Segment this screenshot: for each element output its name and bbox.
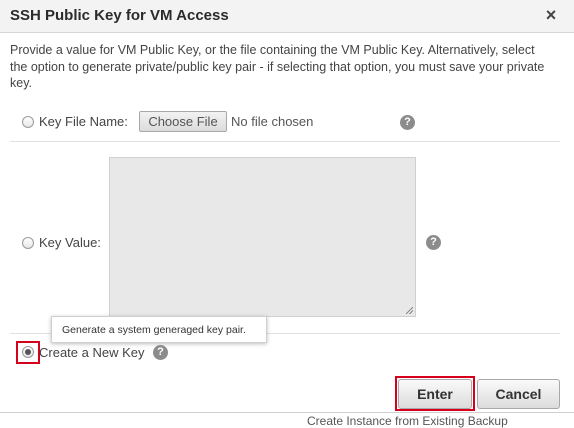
dialog-bottom-edge <box>0 412 574 413</box>
key-value-textarea[interactable] <box>109 157 416 317</box>
dialog-title: SSH Public Key for VM Access <box>10 7 229 24</box>
key-value-label: Key Value: <box>39 235 101 250</box>
background-page-text: Create Instance from Existing Backup <box>307 414 508 428</box>
key-file-radio[interactable] <box>22 116 34 128</box>
new-key-tooltip: Generate a system generaged key pair. <box>51 316 267 343</box>
new-key-label: Create a New Key <box>39 345 145 360</box>
key-file-help-icon[interactable]: ? <box>400 115 415 130</box>
resize-handle-icon[interactable] <box>406 307 413 314</box>
dialog-description: Provide a value for VM Public Key, or th… <box>10 43 545 90</box>
close-icon[interactable]: × <box>541 5 561 25</box>
ssh-key-dialog: SSH Public Key for VM Access × Provide a… <box>0 0 574 428</box>
key-file-label: Key File Name: <box>39 114 128 129</box>
new-key-radio[interactable] <box>22 346 34 358</box>
cancel-button[interactable]: Cancel <box>477 379 560 409</box>
no-file-chosen-text: No file chosen <box>231 114 314 129</box>
key-value-help-icon[interactable]: ? <box>426 235 441 250</box>
divider <box>10 141 560 142</box>
dialog-header: SSH Public Key for VM Access × <box>0 0 574 33</box>
new-key-help-icon[interactable]: ? <box>153 345 168 360</box>
enter-button[interactable]: Enter <box>398 379 472 409</box>
key-value-radio[interactable] <box>22 237 34 249</box>
choose-file-button[interactable]: Choose File <box>139 111 227 132</box>
